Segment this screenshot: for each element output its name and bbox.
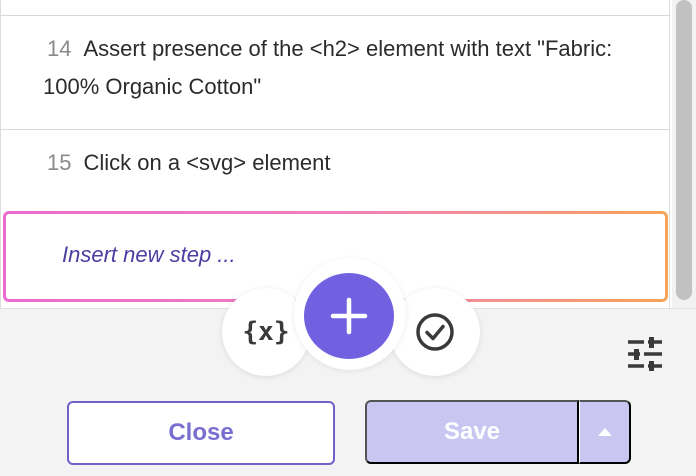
- step-text: Click on a <svg> element: [83, 150, 331, 175]
- add-step-button[interactable]: [304, 273, 394, 359]
- step-text: Assert presence of the <h2> element with…: [43, 36, 613, 99]
- save-options-button[interactable]: [579, 400, 631, 464]
- list-item-previous: [1, 0, 669, 16]
- check-circle-icon: [416, 313, 454, 351]
- step-row-14[interactable]: 14 Assert presence of the <h2> element wi…: [1, 16, 669, 130]
- step-number: 15: [47, 150, 72, 175]
- close-button[interactable]: Close: [67, 401, 335, 465]
- test-editor: 14 Assert presence of the <h2> element wi…: [0, 0, 696, 476]
- variable-icon: {x}: [242, 317, 290, 347]
- caret-up-icon: [597, 428, 612, 436]
- step-number: 14: [47, 36, 72, 61]
- sliders-icon[interactable]: [626, 337, 664, 371]
- step-row-15[interactable]: 15 Click on a <svg> element: [1, 130, 669, 208]
- save-button[interactable]: Save: [365, 400, 579, 464]
- scrollbar-thumb[interactable]: [676, 0, 692, 300]
- plus-icon: [330, 297, 368, 335]
